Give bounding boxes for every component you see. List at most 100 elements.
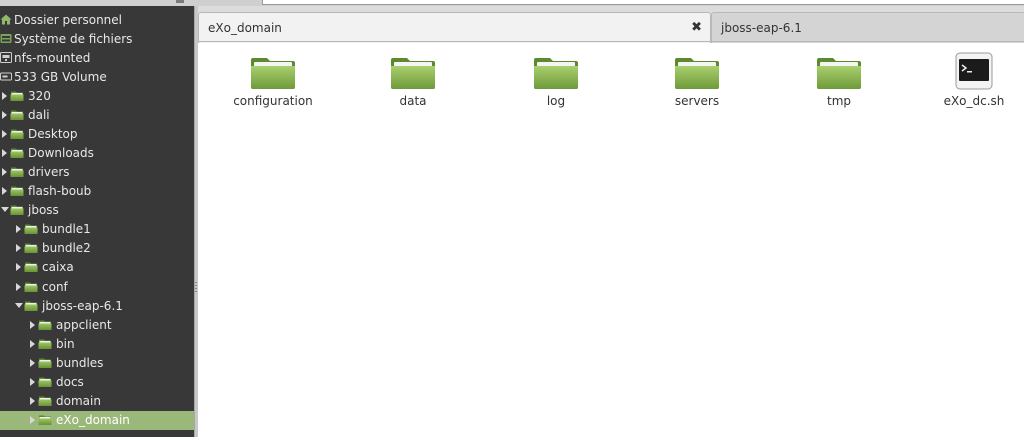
sidebar-tree-item[interactable]: eXo_domain	[0, 410, 194, 430]
file-item[interactable]: servers	[647, 52, 747, 114]
tab-label: eXo_domain	[208, 21, 282, 35]
sidebar-tree-label: docs	[56, 375, 84, 389]
file-name: tmp	[826, 94, 851, 108]
file-name: servers	[674, 94, 720, 108]
folder-icon	[390, 52, 436, 90]
sidebar-tree-item[interactable]: domain	[0, 392, 194, 411]
sidebar-tree-label: caixa	[42, 260, 74, 275]
expander-right-icon[interactable]	[28, 320, 38, 329]
tab-divider	[198, 41, 1024, 42]
sidebar-tree-label: jboss-eap-6.1	[42, 298, 123, 313]
file-item[interactable]: log	[506, 52, 606, 114]
file-name: data	[399, 94, 427, 108]
tab-bar: eXo_domain ✖ jboss-eap-6.1	[198, 6, 1024, 43]
expander-right-icon[interactable]	[0, 167, 10, 176]
sidebar-tree-item[interactable]: docs	[0, 373, 194, 392]
sidebar-tree-item[interactable]: bundle2	[0, 239, 194, 258]
file-name: eXo_dc.sh	[943, 94, 1005, 108]
folder-icon	[24, 300, 38, 312]
sidebar-place-label: nfs-mounted	[14, 50, 91, 65]
sidebar-tree-label: 320	[28, 88, 51, 103]
folder-icon	[10, 128, 24, 140]
sidebar-tree-item[interactable]: bundles	[0, 353, 194, 372]
sidebar-tree-label: dali	[28, 107, 50, 122]
folder-icon	[10, 204, 24, 216]
sidebar-tree-item[interactable]: bin	[0, 334, 194, 353]
sidebar-tree-item[interactable]: jboss	[0, 201, 194, 220]
folder-icon	[10, 185, 24, 197]
folder-icon	[816, 52, 862, 90]
expander-right-icon[interactable]	[0, 187, 10, 195]
sidebar-place-nfs-mounted[interactable]: nfs-mounted	[0, 48, 194, 67]
tab-exo-domain[interactable]: eXo_domain ✖	[198, 12, 711, 43]
sidebar-place-label: Système de fichiers	[14, 31, 133, 46]
sidebar-tree-item[interactable]: Downloads	[0, 143, 194, 162]
location-bar[interactable]	[262, 0, 1024, 5]
sidebar-tree-item[interactable]: caixa	[0, 258, 194, 277]
expander-right-icon[interactable]	[28, 378, 38, 386]
home-icon	[0, 14, 12, 25]
sidebar-tree-label: domain	[56, 394, 101, 409]
sidebar-place-label: 533 GB Volume	[14, 69, 107, 84]
sidebar-tree-label: bundles	[56, 355, 104, 370]
file-name: log	[546, 94, 566, 108]
folder-icon	[10, 166, 24, 178]
sidebar-tree-label: eXo_domain	[56, 413, 130, 428]
folder-icon	[38, 395, 52, 407]
expander-down-icon[interactable]	[0, 207, 10, 213]
sidebar-tree-item[interactable]: conf	[0, 277, 194, 296]
sidebar-place-volume[interactable]: 533 GB Volume	[0, 67, 194, 86]
network-drive-icon	[0, 52, 12, 63]
expander-right-icon[interactable]	[0, 110, 10, 119]
sidebar-tree-item[interactable]: Desktop	[0, 124, 194, 143]
sidebar-place-filesystem[interactable]: Système de fichiers	[0, 29, 194, 48]
folder-icon	[24, 242, 38, 254]
expander-down-icon[interactable]	[14, 302, 24, 309]
sidebar-tree-label: conf	[42, 279, 68, 294]
sidebar-tree-item[interactable]: flash-boub	[0, 182, 194, 201]
sidebar-tree-label: appclient	[56, 317, 112, 332]
sidebar-tree-label: flash-boub	[28, 184, 92, 198]
sidebar-tree-item[interactable]: dali	[0, 105, 194, 124]
folder-icon	[38, 376, 52, 388]
expander-right-icon[interactable]	[0, 129, 10, 138]
folder-icon	[674, 52, 720, 90]
sidebar: Dossier personnel Système de fichiers nf…	[0, 6, 194, 437]
file-item[interactable]: data	[363, 52, 463, 114]
expander-right-icon[interactable]	[0, 148, 10, 157]
expander-right-icon[interactable]	[14, 263, 24, 272]
close-icon[interactable]: ✖	[691, 20, 702, 35]
expander-right-icon[interactable]	[28, 339, 38, 348]
expander-right-icon[interactable]	[14, 244, 24, 253]
sidebar-tree-label: Desktop	[28, 126, 78, 141]
sidebar-place-label: Dossier personnel	[14, 12, 123, 27]
drive-icon	[0, 72, 12, 82]
tab-label: jboss-eap-6.1	[721, 21, 802, 35]
file-item[interactable]: configuration	[223, 52, 323, 114]
expander-right-icon[interactable]	[14, 282, 24, 291]
folder-icon	[10, 109, 24, 121]
sidebar-tree-label: bin	[56, 336, 75, 351]
tab-jboss-eap[interactable]: jboss-eap-6.1	[711, 12, 1024, 43]
folder-icon	[250, 52, 296, 90]
folder-icon	[38, 357, 52, 369]
expander-right-icon[interactable]	[28, 397, 38, 406]
expander-right-icon[interactable]	[28, 416, 38, 425]
folder-icon	[10, 147, 24, 159]
folder-icon	[38, 319, 52, 331]
expander-right-icon[interactable]	[28, 358, 38, 367]
sidebar-tree-item[interactable]: 320	[0, 86, 194, 105]
sidebar-place-home[interactable]: Dossier personnel	[0, 10, 194, 29]
sidebar-tree-item[interactable]: bundle1	[0, 220, 194, 239]
expander-right-icon[interactable]	[14, 225, 24, 234]
sidebar-tree-label: drivers	[28, 164, 70, 179]
splitter-grip[interactable]	[195, 282, 197, 294]
file-item[interactable]: tmp	[789, 52, 889, 114]
sidebar-tree-item[interactable]: jboss-eap-6.1	[0, 296, 194, 315]
folder-icon	[38, 414, 52, 426]
sidebar-tree-item[interactable]: appclient	[0, 315, 194, 334]
file-item[interactable]: eXo_dc.sh	[924, 52, 1024, 114]
folder-icon	[38, 338, 52, 350]
sidebar-tree-item[interactable]: drivers	[0, 162, 194, 181]
expander-right-icon[interactable]	[0, 91, 10, 100]
